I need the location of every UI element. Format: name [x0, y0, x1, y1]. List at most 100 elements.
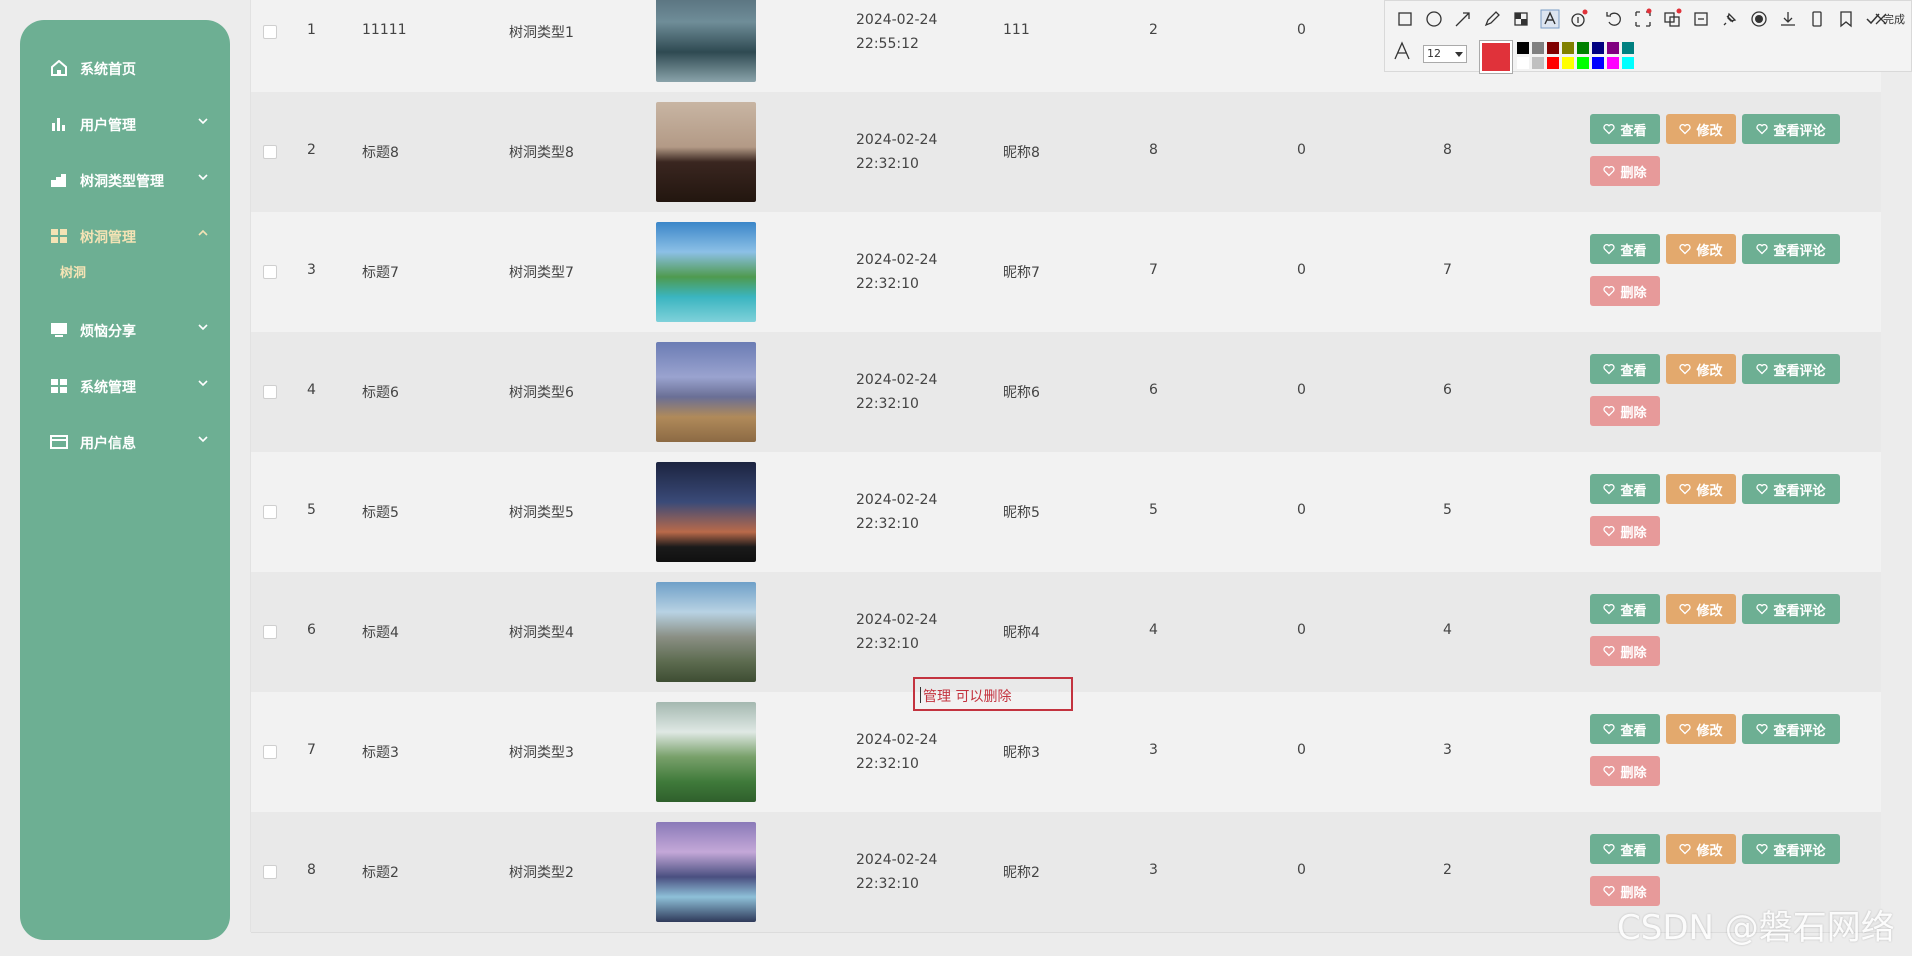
long-screenshot-icon[interactable] — [1689, 7, 1713, 31]
table-row: 3 标题7 树洞类型7 2024-02-24 22:32:10 昵称7 7 0 7 查看 修改 查看… — [251, 212, 1881, 333]
edit-button[interactable]: 修改 — [1666, 714, 1736, 744]
row-checkbox[interactable] — [263, 505, 277, 519]
annotation-textbox[interactable]: 管理 可以删除 — [913, 677, 1073, 711]
delete-button[interactable]: 删除 — [1590, 636, 1660, 666]
menu-item-treehole-type-management[interactable]: 树洞类型管理 — [20, 160, 230, 200]
color-swatch[interactable] — [1532, 57, 1544, 69]
row-nickname: 昵称2 — [1003, 865, 1040, 881]
row-time: 2024-02-24 22:32:10 — [856, 852, 938, 892]
delete-button[interactable]: 删除 — [1590, 276, 1660, 306]
ocr-icon[interactable] — [1631, 7, 1655, 31]
download-icon[interactable] — [1776, 7, 1800, 31]
row-checkbox[interactable] — [263, 625, 277, 639]
current-color-swatch[interactable] — [1479, 40, 1513, 74]
view-comments-button[interactable]: 查看评论 — [1742, 354, 1840, 384]
view-comments-button[interactable]: 查看评论 — [1742, 714, 1840, 744]
rectangle-tool-icon[interactable] — [1393, 7, 1417, 31]
color-swatch[interactable] — [1517, 42, 1529, 54]
done-button[interactable]: 完成 — [1865, 11, 1905, 27]
submenu-item-treehole[interactable]: 树洞 — [60, 262, 86, 281]
view-comments-button[interactable]: 查看评论 — [1742, 834, 1840, 864]
heart-icon — [1603, 244, 1616, 255]
pencil-tool-icon[interactable] — [1480, 7, 1504, 31]
color-swatch[interactable] — [1517, 57, 1529, 69]
color-swatch[interactable] — [1592, 42, 1604, 54]
color-swatch[interactable] — [1547, 42, 1559, 54]
heart-icon — [1603, 484, 1616, 495]
menu-item-user-info[interactable]: 用户信息 — [20, 422, 230, 462]
menu-item-user-management[interactable]: 用户管理 — [20, 104, 230, 144]
menu-item-home[interactable]: 系统首页 — [20, 48, 230, 88]
undo-icon[interactable] — [1602, 7, 1626, 31]
color-swatch[interactable] — [1607, 42, 1619, 54]
color-swatch[interactable] — [1577, 57, 1589, 69]
color-swatch[interactable] — [1547, 57, 1559, 69]
heart-icon — [1679, 364, 1692, 375]
color-swatch[interactable] — [1622, 42, 1634, 54]
record-icon[interactable] — [1747, 7, 1771, 31]
edit-button[interactable]: 修改 — [1666, 834, 1736, 864]
color-swatch[interactable] — [1562, 57, 1574, 69]
delete-button[interactable]: 删除 — [1590, 516, 1660, 546]
row-type: 树洞类型1 — [509, 25, 574, 41]
row-checkbox[interactable] — [263, 385, 277, 399]
row-checkbox[interactable] — [263, 25, 277, 39]
row-time: 2024-02-24 22:32:10 — [856, 372, 938, 412]
view-comments-button[interactable]: 查看评论 — [1742, 114, 1840, 144]
color-swatch[interactable] — [1622, 57, 1634, 69]
edit-button[interactable]: 修改 — [1666, 234, 1736, 264]
font-size-select[interactable]: 12 — [1423, 45, 1467, 63]
number-marker-icon[interactable] — [1567, 7, 1591, 31]
edit-label: 修改 — [1696, 363, 1723, 379]
row-count-2: 0 — [1297, 382, 1306, 398]
view-comments-button[interactable]: 查看评论 — [1742, 474, 1840, 504]
ellipse-tool-icon[interactable] — [1422, 7, 1446, 31]
view-button[interactable]: 查看 — [1590, 714, 1660, 744]
menu-item-worry-sharing[interactable]: 烦恼分享 — [20, 310, 230, 350]
menu-item-system-management[interactable]: 系统管理 — [20, 366, 230, 406]
view-button[interactable]: 查看 — [1590, 114, 1660, 144]
translate-icon[interactable] — [1660, 7, 1684, 31]
row-type: 树洞类型6 — [509, 385, 574, 401]
edit-label: 修改 — [1696, 603, 1723, 619]
color-swatch[interactable] — [1592, 57, 1604, 69]
color-swatch[interactable] — [1562, 42, 1574, 54]
row-title: 标题6 — [362, 385, 399, 401]
view-label: 查看 — [1620, 603, 1647, 619]
view-comments-button[interactable]: 查看评论 — [1742, 594, 1840, 624]
view-button[interactable]: 查看 — [1590, 474, 1660, 504]
bookmark-icon[interactable] — [1834, 7, 1858, 31]
row-type: 树洞类型8 — [509, 145, 574, 161]
edit-button[interactable]: 修改 — [1666, 114, 1736, 144]
row-time: 2024-02-24 22:32:10 — [856, 492, 938, 532]
view-button[interactable]: 查看 — [1590, 834, 1660, 864]
view-button[interactable]: 查看 — [1590, 594, 1660, 624]
row-count-1: 3 — [1149, 862, 1158, 878]
row-checkbox[interactable] — [263, 865, 277, 879]
edit-button[interactable]: 修改 — [1666, 594, 1736, 624]
view-comments-button[interactable]: 查看评论 — [1742, 234, 1840, 264]
row-checkbox[interactable] — [263, 145, 277, 159]
phone-icon[interactable] — [1805, 7, 1829, 31]
mosaic-tool-icon[interactable] — [1509, 7, 1533, 31]
color-swatch[interactable] — [1532, 42, 1544, 54]
view-button[interactable]: 查看 — [1590, 354, 1660, 384]
view-button[interactable]: 查看 — [1590, 234, 1660, 264]
edit-button[interactable]: 修改 — [1666, 354, 1736, 384]
row-checkbox[interactable] — [263, 265, 277, 279]
heart-icon — [1603, 646, 1616, 657]
color-swatch[interactable] — [1607, 57, 1619, 69]
color-swatch[interactable] — [1577, 42, 1589, 54]
heart-icon — [1756, 244, 1769, 255]
arrow-tool-icon[interactable] — [1451, 7, 1475, 31]
menu-item-treehole-management[interactable]: 树洞管理 — [20, 216, 230, 256]
delete-button[interactable]: 删除 — [1590, 156, 1660, 186]
row-nickname: 昵称4 — [1003, 625, 1040, 641]
row-time: 2024-02-24 22:32:10 — [856, 732, 938, 772]
delete-button[interactable]: 删除 — [1590, 756, 1660, 786]
edit-button[interactable]: 修改 — [1666, 474, 1736, 504]
row-checkbox[interactable] — [263, 745, 277, 759]
text-tool-icon[interactable] — [1538, 7, 1562, 31]
delete-button[interactable]: 删除 — [1590, 396, 1660, 426]
pin-icon[interactable] — [1718, 7, 1742, 31]
